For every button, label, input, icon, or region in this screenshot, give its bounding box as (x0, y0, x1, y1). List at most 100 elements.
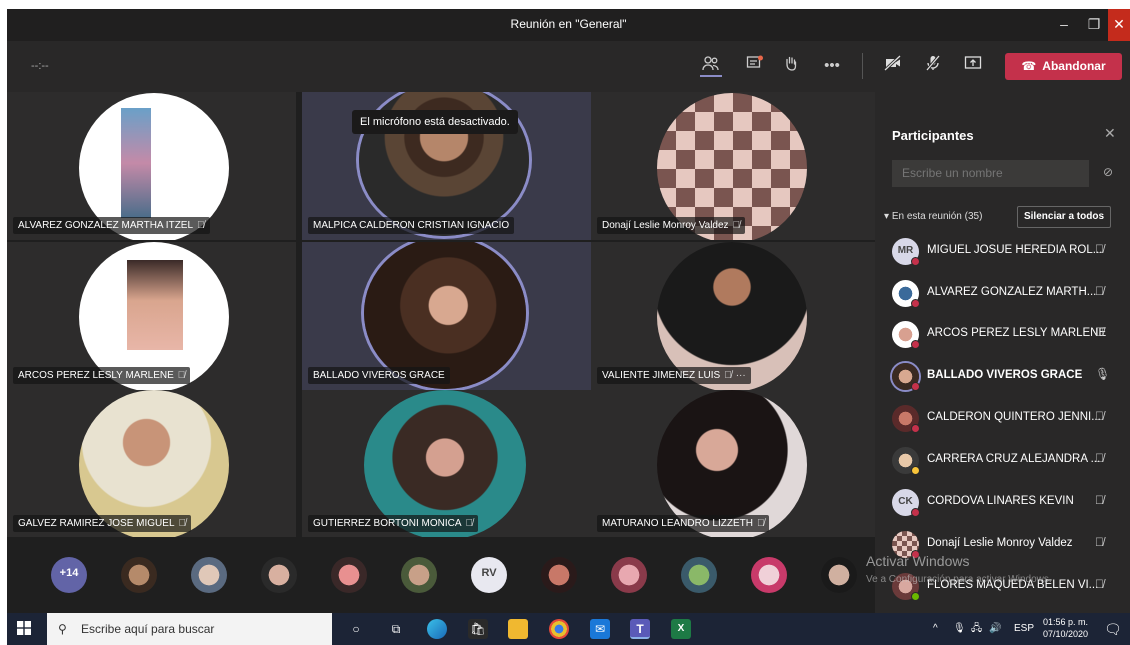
mic-off-icon: 🎙̸ (465, 518, 474, 529)
language-indicator[interactable]: ESP (1014, 613, 1034, 645)
participant-tile[interactable]: GALVEZ RAMIREZ JOSE MIGUEL 🎙̸ (7, 390, 296, 537)
strip-avatar[interactable] (541, 557, 577, 593)
mic-off-icon: 🎙̸ (1095, 325, 1104, 339)
excel-icon[interactable]: X (671, 619, 691, 639)
task-view-icon[interactable]: ⧉ (386, 619, 406, 639)
leave-meeting-button[interactable]: ☎ Abandonar (1005, 53, 1122, 80)
participant-name-label: BALLADO VIVEROS GRACE (308, 367, 450, 384)
close-icon[interactable]: ✕ (1108, 9, 1130, 41)
more-participants-button[interactable]: +14 (51, 557, 87, 593)
more-options-icon[interactable]: ••• (821, 55, 843, 77)
file-explorer-icon[interactable] (508, 619, 528, 639)
mic-off-icon: 🎙̸ (1095, 535, 1104, 549)
strip-avatar[interactable] (611, 557, 647, 593)
maximize-icon[interactable]: ❐ (1079, 9, 1109, 41)
strip-avatar[interactable] (121, 557, 157, 593)
strip-avatar[interactable] (751, 557, 787, 593)
leave-label: Abandonar (1042, 59, 1106, 73)
clock-date: 07/10/2020 (1043, 629, 1089, 639)
mic-off-icon: 🎙̸ (1095, 451, 1104, 465)
participant-row[interactable]: MR MIGUEL JOSUE HEREDIA ROL... 🎙̸ (892, 236, 1120, 266)
camera-off-icon[interactable] (882, 54, 904, 77)
participant-name-label: GUTIERREZ BORTONI MONICA 🎙̸ (308, 515, 479, 532)
minimize-icon[interactable]: – (1049, 9, 1079, 41)
taskbar-clock[interactable]: 01:56 p. m. 07/10/2020 (1043, 616, 1088, 640)
activation-watermark-title: Activar Windows (866, 553, 970, 569)
avatar (892, 321, 920, 349)
participant-name-label: MALPICA CALDERON CRISTIAN IGNACIO (308, 217, 515, 234)
chrome-icon[interactable] (549, 619, 569, 639)
windows-start-icon[interactable] (17, 621, 31, 638)
video-grid: ALVAREZ GONZALEZ MARTHA ITZEL 🎙̸ El micró… (7, 92, 875, 537)
participant-name-label: MATURANO LEANDRO LIZZETH 🎙̸ (597, 515, 770, 532)
mic-off-icon: 🎙̸ (177, 370, 186, 381)
mic-off-icon: 🎙̸ (1095, 493, 1104, 507)
mic-off-icon: 🎙̸ (1095, 242, 1104, 256)
participant-search-input[interactable] (892, 160, 1089, 187)
participant-name-label: ARCOS PEREZ LESLY MARLENE 🎙̸ (13, 367, 191, 384)
store-icon[interactable]: 🛍 (468, 619, 488, 639)
strip-avatar[interactable] (261, 557, 297, 593)
participant-row[interactable]: ALVAREZ GONZALEZ MARTH... 🎙̸ (892, 278, 1120, 308)
participant-name-label: GALVEZ RAMIREZ JOSE MIGUEL 🎙̸ (13, 515, 192, 532)
mic-off-icon: 🎙̸ (724, 370, 732, 381)
participant-row[interactable]: BALLADO VIVEROS GRACE 🎙 (892, 361, 1120, 391)
mic-off-icon: 🎙̸ (178, 518, 187, 529)
participant-tile[interactable]: BALLADO VIVEROS GRACE (302, 242, 591, 390)
volume-icon[interactable]: 🔊 (989, 613, 1001, 645)
raise-hand-icon[interactable] (780, 55, 802, 77)
strip-avatar[interactable] (191, 557, 227, 593)
avatar (892, 280, 920, 308)
close-icon[interactable]: ✕ (1104, 125, 1116, 142)
participant-tile[interactable]: MATURANO LEANDRO LIZZETH 🎙̸ (591, 390, 875, 537)
chevron-up-icon[interactable]: ^ (933, 613, 938, 645)
notifications-icon[interactable]: 🗨 (1104, 613, 1122, 645)
strip-avatar[interactable] (401, 557, 437, 593)
activation-watermark-text: Ve a Configuración para activar Windows. (866, 574, 1052, 585)
participant-tile[interactable]: ARCOS PEREZ LESLY MARLENE 🎙̸ (7, 242, 296, 390)
participant-row[interactable]: CARRERA CRUZ ALEJANDRA ... 🎙̸ (892, 445, 1120, 475)
strip-avatar[interactable] (821, 557, 857, 593)
more-options-icon: ··· (735, 370, 746, 381)
strip-avatar[interactable] (681, 557, 717, 593)
meeting-toolbar: --:-- ••• ☎ Abandonar (7, 41, 1130, 92)
strip-avatar-initials[interactable]: RV (471, 557, 507, 593)
participant-tile[interactable]: Donají Leslie Monroy Valdez 🎙̸ (591, 92, 875, 240)
participant-tile[interactable]: ALVAREZ GONZALEZ MARTHA ITZEL 🎙̸ (7, 92, 296, 240)
mic-off-icon: 🎙̸ (1095, 577, 1104, 591)
share-link-icon[interactable]: ⊘ (1103, 165, 1113, 179)
cortana-icon[interactable]: ○ (346, 619, 366, 639)
mic-off-icon: 🎙̸ (197, 220, 205, 231)
hang-up-icon: ☎ (1021, 59, 1037, 73)
participant-row[interactable]: CALDERON QUINTERO JENNI... 🎙̸ (892, 403, 1120, 433)
mic-on-icon: 🎙 (1095, 367, 1111, 381)
teams-icon[interactable]: T (630, 619, 650, 639)
window-titlebar: Reunión en "General" – ❐ ✕ (7, 9, 1130, 41)
mic-off-icon[interactable] (922, 55, 944, 77)
taskbar-search-box[interactable]: ⚲ Escribe aquí para buscar (47, 613, 332, 645)
mic-off-icon: 🎙̸ (1095, 409, 1104, 423)
avatar: CK (892, 489, 920, 517)
edge-icon[interactable] (427, 619, 447, 639)
participant-name-label: VALIENTE JIMENEZ LUIS 🎙̸ ··· (597, 367, 751, 384)
participant-tile[interactable]: VALIENTE JIMENEZ LUIS 🎙̸ ··· (591, 242, 875, 390)
avatar: MR (892, 238, 920, 266)
meeting-timer: --:-- (31, 60, 49, 72)
participant-tile[interactable]: GUTIERREZ BORTONI MONICA 🎙̸ (302, 390, 591, 537)
panel-title: Participantes (892, 128, 974, 143)
mail-icon[interactable]: ✉ (590, 619, 610, 639)
participants-panel: Participantes ✕ ⊘ ▾ En esta reunión (35)… (875, 92, 1130, 613)
mute-all-button[interactable]: Silenciar a todos (1017, 206, 1111, 228)
strip-avatar[interactable] (331, 557, 367, 593)
avatar (892, 447, 920, 475)
chat-icon[interactable] (744, 55, 766, 77)
mic-off-icon: 🎙̸ (756, 518, 765, 529)
participant-row[interactable]: CK CORDOVA LINARES KEVIN 🎙̸ (892, 487, 1120, 517)
participants-icon[interactable] (700, 55, 722, 77)
participant-tile[interactable]: El micrófono está desactivado. MALPICA C… (302, 92, 591, 240)
share-screen-icon[interactable] (962, 55, 984, 77)
mic-tray-icon[interactable]: 🎙 (953, 613, 966, 645)
participant-row[interactable]: ARCOS PEREZ LESLY MARLENE 🎙̸ (892, 319, 1120, 349)
network-icon[interactable]: 🖧 (971, 613, 982, 645)
mic-muted-tooltip: El micrófono está desactivado. (352, 110, 518, 134)
